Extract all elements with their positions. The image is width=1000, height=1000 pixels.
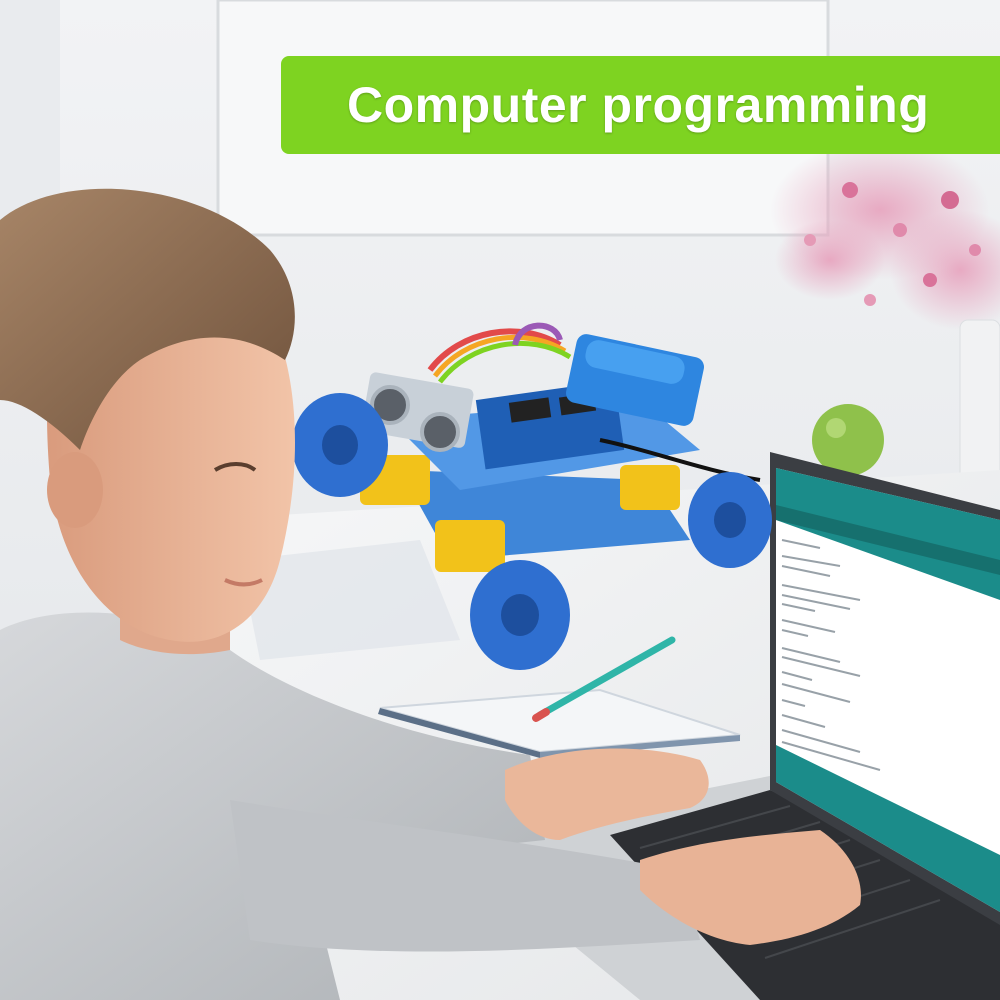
mecanum-wheel-right-front (688, 472, 772, 568)
green-apple (812, 404, 884, 476)
mecanum-wheel-left-rear (292, 393, 388, 497)
motor-left-front (435, 520, 505, 572)
mecanum-wheel-left-front (470, 560, 570, 670)
sensor-eye-right (420, 412, 460, 452)
motor-right-rear (620, 465, 680, 510)
title-banner: Computer programming (281, 56, 1000, 154)
ear (47, 452, 103, 528)
banner-title: Computer programming (347, 77, 930, 133)
